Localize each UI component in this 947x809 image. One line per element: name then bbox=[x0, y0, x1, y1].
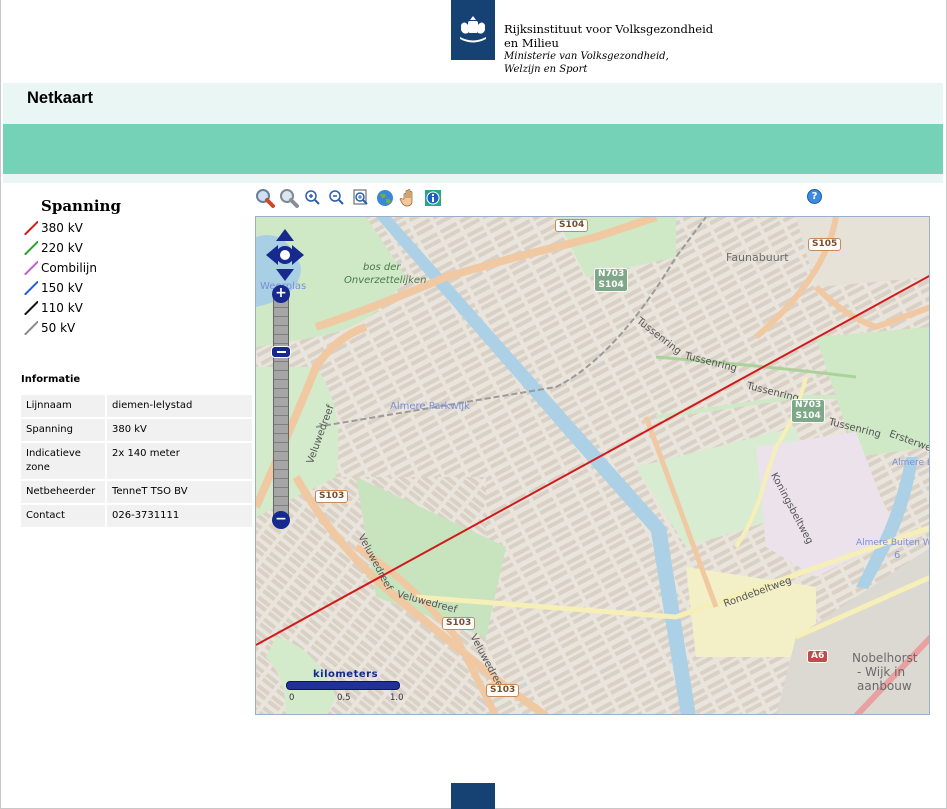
legend-label: 380 kV bbox=[41, 221, 83, 235]
divider-bar bbox=[3, 174, 943, 183]
scale-tick: 0 bbox=[289, 693, 295, 703]
zoom-out-box-icon[interactable] bbox=[278, 187, 300, 209]
info-title: Informatie bbox=[21, 374, 81, 385]
organisation-name: Rijksinstituut voor Volksgezondheid en M… bbox=[504, 22, 713, 76]
line-swatch-icon bbox=[24, 261, 38, 275]
info-value: 026-3731111 bbox=[107, 505, 252, 527]
table-row: Netbeheerder TenneT TSO BV bbox=[21, 481, 252, 503]
pan-control-icon[interactable] bbox=[266, 229, 304, 281]
title-bar bbox=[3, 83, 943, 124]
government-logo bbox=[451, 0, 495, 60]
zoom-out-icon[interactable] bbox=[326, 187, 348, 209]
info-value: 380 kV bbox=[107, 419, 252, 441]
line-swatch-icon bbox=[24, 301, 38, 315]
legend-label: 50 kV bbox=[41, 321, 76, 335]
info-key: Contact bbox=[21, 505, 107, 527]
legend-item-combilijn: Combilijn bbox=[24, 258, 97, 278]
legend-label: 220 kV bbox=[41, 241, 83, 255]
scale-bar bbox=[286, 681, 400, 690]
line-swatch-icon bbox=[24, 241, 38, 255]
zoom-in-icon[interactable] bbox=[302, 187, 324, 209]
info-icon[interactable] bbox=[422, 187, 444, 209]
legend-label: 150 kV bbox=[41, 281, 83, 295]
zoom-slider-handle[interactable] bbox=[271, 346, 291, 358]
info-key: Indicatieve zone bbox=[21, 443, 107, 479]
zoom-extent-icon[interactable] bbox=[350, 187, 372, 209]
info-value: 2x 140 meter bbox=[107, 443, 252, 479]
scale-tick: 1.0 bbox=[390, 693, 404, 703]
org-line-4: Welzijn en Sport bbox=[504, 64, 588, 75]
info-value: diemen-lelystad bbox=[107, 395, 252, 417]
map-viewport[interactable]: Faunabuurt bos der Onverzettelijken Weer… bbox=[255, 216, 930, 715]
scale-tick: 0.5 bbox=[337, 693, 351, 703]
legend-item-110kv: 110 kV bbox=[24, 298, 97, 318]
line-swatch-icon bbox=[24, 321, 38, 335]
zoom-out-button[interactable]: − bbox=[272, 511, 290, 529]
page-title: Netkaart bbox=[27, 89, 94, 107]
crest-icon bbox=[460, 16, 486, 43]
pan-hand-icon[interactable] bbox=[398, 187, 420, 209]
globe-icon[interactable] bbox=[374, 187, 396, 209]
line-swatch-icon bbox=[24, 221, 38, 235]
accent-bar bbox=[3, 124, 943, 174]
legend-item-50kv: 50 kV bbox=[24, 318, 97, 338]
table-row: Indicatieve zone 2x 140 meter bbox=[21, 443, 252, 479]
power-line-380kv[interactable] bbox=[256, 217, 930, 715]
legend-item-380kv: 380 kV bbox=[24, 218, 97, 238]
footer-block bbox=[451, 783, 495, 809]
table-row: Lijnnaam diemen-lelystad bbox=[21, 395, 252, 417]
info-value: TenneT TSO BV bbox=[107, 481, 252, 503]
table-row: Spanning 380 kV bbox=[21, 419, 252, 441]
org-line-1: Rijksinstituut voor Volksgezondheid bbox=[504, 22, 714, 36]
legend-label: 110 kV bbox=[41, 301, 83, 315]
zoom-slider-track[interactable] bbox=[273, 289, 289, 519]
zoom-in-box-icon[interactable] bbox=[254, 187, 276, 209]
info-key: Lijnnaam bbox=[21, 395, 107, 417]
legend-list: 380 kV 220 kV Combilijn 150 kV 110 kV 50… bbox=[24, 218, 97, 338]
legend-item-220kv: 220 kV bbox=[24, 238, 97, 258]
map-toolbar bbox=[254, 187, 446, 209]
org-line-2: en Milieu bbox=[504, 36, 559, 50]
line-swatch-icon bbox=[24, 281, 38, 295]
org-line-3: Ministerie van Volksgezondheid, bbox=[504, 51, 669, 62]
help-button[interactable]: ? bbox=[807, 189, 822, 204]
table-row: Contact 026-3731111 bbox=[21, 505, 252, 527]
legend-item-150kv: 150 kV bbox=[24, 278, 97, 298]
zoom-in-button[interactable]: + bbox=[272, 285, 290, 303]
info-table: Lijnnaam diemen-lelystad Spanning 380 kV… bbox=[21, 393, 252, 529]
info-key: Netbeheerder bbox=[21, 481, 107, 503]
scale-label: kilometers bbox=[313, 669, 379, 680]
legend-label: Combilijn bbox=[41, 261, 97, 275]
legend-title: Spanning bbox=[41, 197, 121, 215]
info-key: Spanning bbox=[21, 419, 107, 441]
